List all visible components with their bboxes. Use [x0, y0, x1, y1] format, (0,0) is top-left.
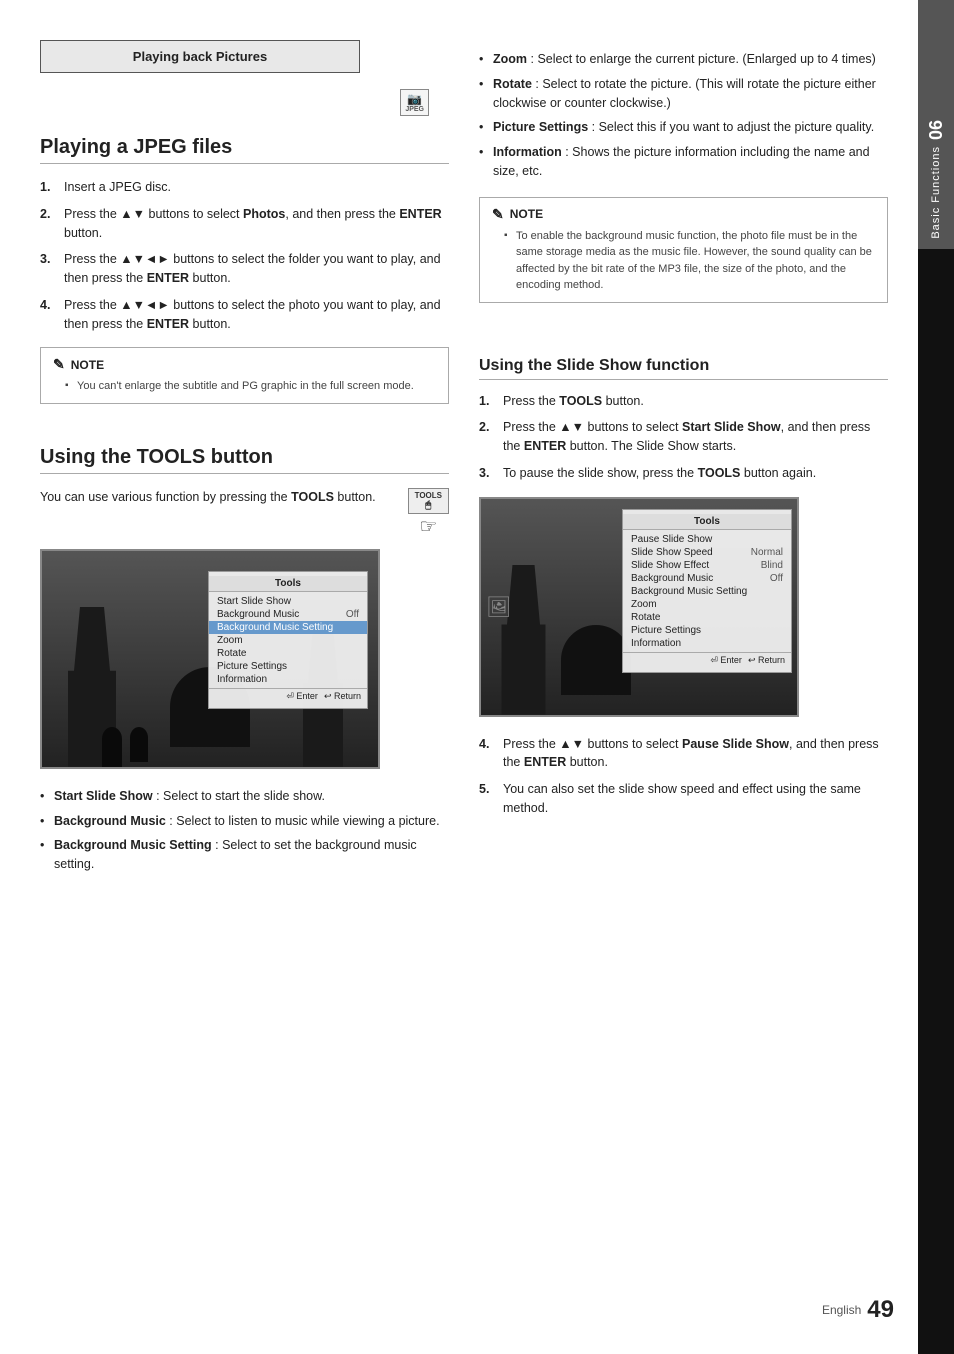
jpeg-steps-list: 1. Insert a JPEG disc. 2. Press the ▲▼ b… [40, 178, 449, 333]
right-column: Zoom : Select to enlarge the current pic… [479, 40, 888, 1314]
main-content: Playing back Pictures 📷 JPEG Playing a J… [0, 0, 918, 1354]
ss-tower-left [496, 565, 551, 715]
jpeg-step-1: 1. Insert a JPEG disc. [40, 178, 449, 197]
tools-popup-footer: ⏎ Enter ↩ Return [209, 688, 367, 704]
ss-dome [561, 625, 631, 695]
ss-popup-picture: Picture Settings [623, 624, 791, 637]
popup-item-rotate: Rotate [209, 647, 367, 660]
tools-bullet-list: Start Slide Show : Select to start the s… [40, 787, 449, 874]
slideshow-step-1: 1. Press the TOOLS button. [479, 392, 888, 411]
ss-popup-pause: Pause Slide Show [623, 533, 791, 546]
bullet-zoom: Zoom : Select to enlarge the current pic… [479, 50, 888, 69]
popup-item-start-slide: Start Slide Show [209, 595, 367, 608]
tools-icon-area: TOOLS 🖱 ☞ [408, 488, 449, 539]
popup-item-bg-music: Background MusicOff [209, 608, 367, 621]
tools-intro-text: You can use various function by pressing… [40, 488, 398, 507]
jpeg-step-3: 3. Press the ▲▼◄► buttons to select the … [40, 250, 449, 288]
right-note-list: To enable the background music function,… [492, 228, 875, 294]
tools-badge-label: TOOLS [415, 491, 442, 500]
popup-item-bg-music-setting: Background Music Setting [209, 621, 367, 634]
slideshow-screenshot-bg: 🖼 Tools Pause Slide Show Slide Show Spee… [481, 499, 797, 715]
side-tab: 06 Basic Functions [918, 0, 954, 1354]
jpeg-section-title: Playing a JPEG files [40, 136, 449, 164]
slideshow-tools-popup: Tools Pause Slide Show Slide Show SpeedN… [622, 509, 792, 673]
hand-icon: ☞ [419, 514, 437, 539]
page-number-label: English [822, 1303, 861, 1317]
slideshow-steps-list: 1. Press the TOOLS button. 2. Press the … [479, 392, 888, 483]
ss-popup-effect: Slide Show EffectBlind [623, 559, 791, 572]
right-note-box: NOTE To enable the background music func… [479, 197, 888, 303]
bullet-bg-music: Background Music : Select to listen to m… [40, 812, 449, 831]
right-bullet-list: Zoom : Select to enlarge the current pic… [479, 50, 888, 181]
page-container: Playing back Pictures 📷 JPEG Playing a J… [0, 0, 954, 1354]
jpeg-icon: 📷 JPEG [400, 89, 429, 116]
side-tab-black-section [918, 249, 954, 1354]
right-note-item-1: To enable the background music function,… [504, 228, 875, 294]
side-tab-text: Basic Functions [930, 146, 942, 239]
ss-photo-icon: 🖼 [486, 594, 511, 619]
ss-popup-bg-music: Background MusicOff [623, 572, 791, 585]
ss-popup-bg-setting: Background Music Setting [623, 585, 791, 598]
popup-item-zoom: Zoom [209, 634, 367, 647]
slideshow-popup-footer: ⏎ Enter ↩ Return [623, 652, 791, 668]
page-number: 49 [867, 1296, 894, 1324]
playing-back-title: Playing back Pictures [133, 49, 267, 64]
bullet-picture-settings: Picture Settings : Select this if you wa… [479, 118, 888, 137]
people-silhouettes [102, 727, 148, 767]
jpeg-note-box: NOTE You can't enlarge the subtitle and … [40, 347, 449, 404]
slideshow-popup-title: Tools [623, 514, 791, 530]
page-number-area: English 49 [822, 1296, 894, 1324]
playing-back-box: Playing back Pictures [40, 40, 360, 73]
slideshow-step-3: 3. To pause the slide show, press the TO… [479, 464, 888, 483]
screenshot-background: Tools Start Slide Show Background MusicO… [42, 551, 378, 767]
jpeg-step-2: 2. Press the ▲▼ buttons to select Photos… [40, 205, 449, 243]
tools-badge: TOOLS 🖱 [408, 488, 449, 514]
jpeg-step-4: 4. Press the ▲▼◄► buttons to select the … [40, 296, 449, 334]
ss-popup-speed: Slide Show SpeedNormal [623, 546, 791, 559]
slideshow-step-4: 4. Press the ▲▼ buttons to select Pause … [479, 735, 888, 773]
slideshow-section-title: Using the Slide Show function [479, 357, 888, 380]
camera-icon: 📷 [407, 92, 422, 106]
popup-item-information: Information [209, 673, 367, 686]
slideshow-step-5: 5. You can also set the slide show speed… [479, 780, 888, 818]
jpeg-note-title: NOTE [53, 356, 436, 373]
right-note-title: NOTE [492, 206, 875, 223]
ss-popup-info: Information [623, 637, 791, 650]
left-column: Playing back Pictures 📷 JPEG Playing a J… [40, 40, 449, 1314]
bullet-information: Information : Shows the picture informat… [479, 143, 888, 181]
popup-item-picture-settings: Picture Settings [209, 660, 367, 673]
tools-popup-title: Tools [209, 576, 367, 592]
slideshow-screenshot: 🖼 Tools Pause Slide Show Slide Show Spee… [479, 497, 799, 717]
bullet-bg-music-setting: Background Music Setting : Select to set… [40, 836, 449, 874]
side-tab-number: 06 [926, 120, 947, 140]
jpeg-label: JPEG [405, 106, 424, 113]
jpeg-note-list: You can't enlarge the subtitle and PG gr… [53, 378, 436, 395]
bullet-rotate: Rotate : Select to rotate the picture. (… [479, 75, 888, 113]
bullet-start-slide: Start Slide Show : Select to start the s… [40, 787, 449, 806]
slideshow-step-2: 2. Press the ▲▼ buttons to select Start … [479, 418, 888, 456]
slideshow-steps-after: 4. Press the ▲▼ buttons to select Pause … [479, 735, 888, 818]
tools-screenshot: Tools Start Slide Show Background MusicO… [40, 549, 380, 769]
ss-popup-zoom: Zoom [623, 598, 791, 611]
tools-popup-overlay: Tools Start Slide Show Background MusicO… [208, 571, 368, 709]
jpeg-note-item-1: You can't enlarge the subtitle and PG gr… [65, 378, 436, 395]
ss-popup-rotate: Rotate [623, 611, 791, 624]
tools-section-title: Using the TOOLS button [40, 446, 449, 474]
